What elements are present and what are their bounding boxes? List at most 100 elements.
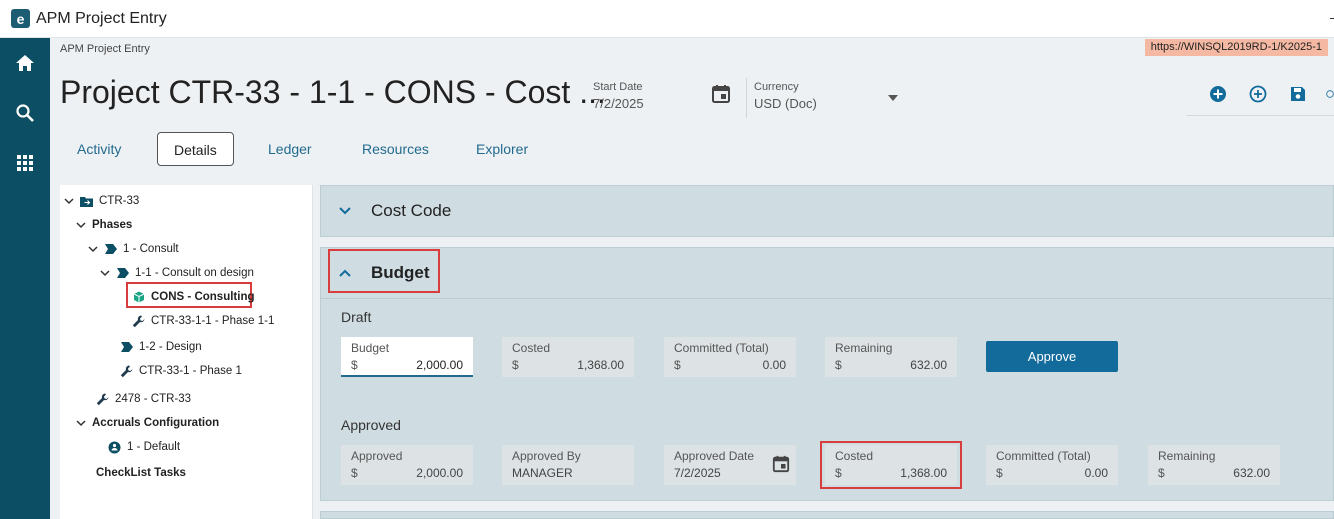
draft-committed-field: Committed (Total) $ 0.00 <box>664 337 796 377</box>
field-value: 7/2/2025 <box>674 466 721 480</box>
save-icon[interactable] <box>1288 84 1308 104</box>
left-rail <box>0 38 50 519</box>
field-value: 0.00 <box>1084 466 1108 480</box>
chevron-down-icon[interactable] <box>76 220 86 230</box>
action-toolbar <box>1186 78 1334 116</box>
field-value: 632.00 <box>910 358 947 372</box>
currency-value[interactable]: USD (Doc) <box>754 96 817 111</box>
approved-costed-field: Costed $ 1,368.00 <box>825 445 957 485</box>
field-value: 0.00 <box>762 358 786 372</box>
field-label: Committed (Total) <box>674 341 769 355</box>
grid-icon[interactable] <box>0 140 50 186</box>
chevron-down-icon[interactable] <box>339 207 351 215</box>
tree-node-ctr-phase-1-1[interactable]: CTR-33-1-1 - Phase 1-1 <box>132 312 274 330</box>
chevron-down-icon[interactable] <box>76 418 86 428</box>
approved-remaining-field: Remaining $ 632.00 <box>1148 445 1280 485</box>
search-icon[interactable] <box>0 90 50 136</box>
tree-node-consult-design[interactable]: 1-1 - Consult on design <box>100 264 254 282</box>
tree-label: CTR-33-1-1 - Phase 1-1 <box>151 315 275 327</box>
tab-resources[interactable]: Resources <box>346 132 445 166</box>
field-label: Remaining <box>1158 449 1216 463</box>
tree-label: 2478 - CTR-33 <box>115 393 192 405</box>
folder-icon <box>80 195 93 208</box>
phase-tag-icon <box>120 341 133 354</box>
cost-code-section-header[interactable]: Cost Code <box>320 185 1334 237</box>
minimize-icon[interactable] <box>1330 18 1334 19</box>
tab-ledger[interactable]: Ledger <box>252 132 328 166</box>
tree-node-job[interactable]: 2478 - CTR-33 <box>96 390 191 408</box>
wrench-icon <box>96 393 109 406</box>
tree-node-default[interactable]: 1 - Default <box>108 438 180 456</box>
tree-label: CTR-33-1 - Phase 1 <box>139 365 242 377</box>
add-circle-filled-icon[interactable] <box>1208 84 1228 104</box>
field-value: 1,368.00 <box>577 358 624 372</box>
tree-node-cons[interactable]: CONS - Consulting <box>132 288 255 306</box>
currency-symbol: $ <box>996 466 1003 480</box>
field-label: Costed <box>512 341 551 355</box>
home-icon[interactable] <box>0 40 50 86</box>
calendar-icon[interactable] <box>711 84 731 109</box>
chevron-down-icon[interactable] <box>100 268 110 278</box>
tree-node-ctr-phase-1[interactable]: CTR-33-1 - Phase 1 <box>120 362 242 380</box>
draft-budget-field[interactable]: Budget $ 2,000.00 <box>341 337 473 377</box>
tree-node-phases[interactable]: Phases <box>76 216 132 234</box>
currency-symbol: $ <box>1158 466 1165 480</box>
tree-label: 1-2 - Design <box>139 341 202 353</box>
start-date-field[interactable]: Start Date 7/2/2025 <box>593 81 644 111</box>
currency-symbol: $ <box>512 358 519 372</box>
chevron-down-icon[interactable] <box>64 196 74 206</box>
tree-label: CheckList Tasks <box>96 467 186 479</box>
phase-tag-icon <box>116 267 129 280</box>
details-panel: Cost Code Budget Draft Budget $ 2,000.00… <box>320 185 1334 519</box>
tree-label: Phases <box>92 219 133 231</box>
tab-explorer[interactable]: Explorer <box>460 132 544 166</box>
page-title: Project CTR-33 - 1-1 - CONS - Cost ... <box>60 74 606 110</box>
url-badge: https://WINSQL2019RD-1/K2025-1 <box>1144 39 1328 56</box>
start-date-value[interactable]: 7/2/2025 <box>593 96 644 111</box>
tab-details[interactable]: Details <box>157 132 234 166</box>
breadcrumb[interactable]: APM Project Entry <box>60 43 150 55</box>
tree-node-accruals[interactable]: Accruals Configuration <box>76 414 219 432</box>
approved-committed-field: Committed (Total) $ 0.00 <box>986 445 1118 485</box>
chevron-down-icon[interactable] <box>88 244 98 254</box>
content-area: APM Project Entry https://WINSQL2019RD-1… <box>50 38 1334 519</box>
field-label: Approved Date <box>674 449 755 463</box>
currency-field[interactable]: Currency USD (Doc) <box>754 81 817 111</box>
field-value: MANAGER <box>512 466 573 480</box>
tree-node-consult[interactable]: 1 - Consult <box>88 240 179 258</box>
field-value[interactable]: 2,000.00 <box>416 358 463 372</box>
tree-label: 1 - Consult <box>123 243 179 255</box>
draft-label: Draft <box>341 309 372 325</box>
tree-node-root[interactable]: CTR-33 <box>64 192 139 210</box>
field-label: Budget <box>351 341 390 355</box>
title-bar: e APM Project Entry <box>0 0 1334 38</box>
phase-tag-icon <box>104 243 117 256</box>
cost-code-title: Cost Code <box>371 201 452 220</box>
approved-date-field: Approved Date 7/2/2025 <box>664 445 796 485</box>
approved-amount-field: Approved $ 2,000.00 <box>341 445 473 485</box>
approved-label: Approved <box>341 417 401 433</box>
app-logo: e <box>11 9 30 28</box>
tree-label: 1 - Default <box>127 441 181 453</box>
currency-symbol: $ <box>351 466 358 480</box>
chevron-down-icon[interactable] <box>888 95 898 101</box>
tree-node-checklist[interactable]: CheckList Tasks <box>96 464 186 482</box>
field-label: Costed <box>835 449 874 463</box>
field-value: 2,000.00 <box>416 466 463 480</box>
budget-section-header[interactable]: Budget <box>320 247 1334 299</box>
window-title: APM Project Entry <box>36 9 167 27</box>
tree-node-design[interactable]: 1-2 - Design <box>120 338 202 356</box>
calendar-icon[interactable] <box>772 455 790 478</box>
next-section-header[interactable] <box>320 511 1334 519</box>
tab-activity[interactable]: Activity <box>61 132 137 166</box>
field-label: Approved By <box>512 449 581 463</box>
field-label: Remaining <box>835 341 893 355</box>
more-icon[interactable] <box>1326 84 1334 104</box>
add-circle-outline-icon[interactable] <box>1248 84 1268 104</box>
start-date-label: Start Date <box>593 81 643 93</box>
currency-symbol: $ <box>835 358 842 372</box>
field-label: Committed (Total) <box>996 449 1091 463</box>
divider <box>746 78 747 118</box>
approve-button[interactable]: Approve <box>986 341 1118 372</box>
currency-label: Currency <box>754 81 799 93</box>
